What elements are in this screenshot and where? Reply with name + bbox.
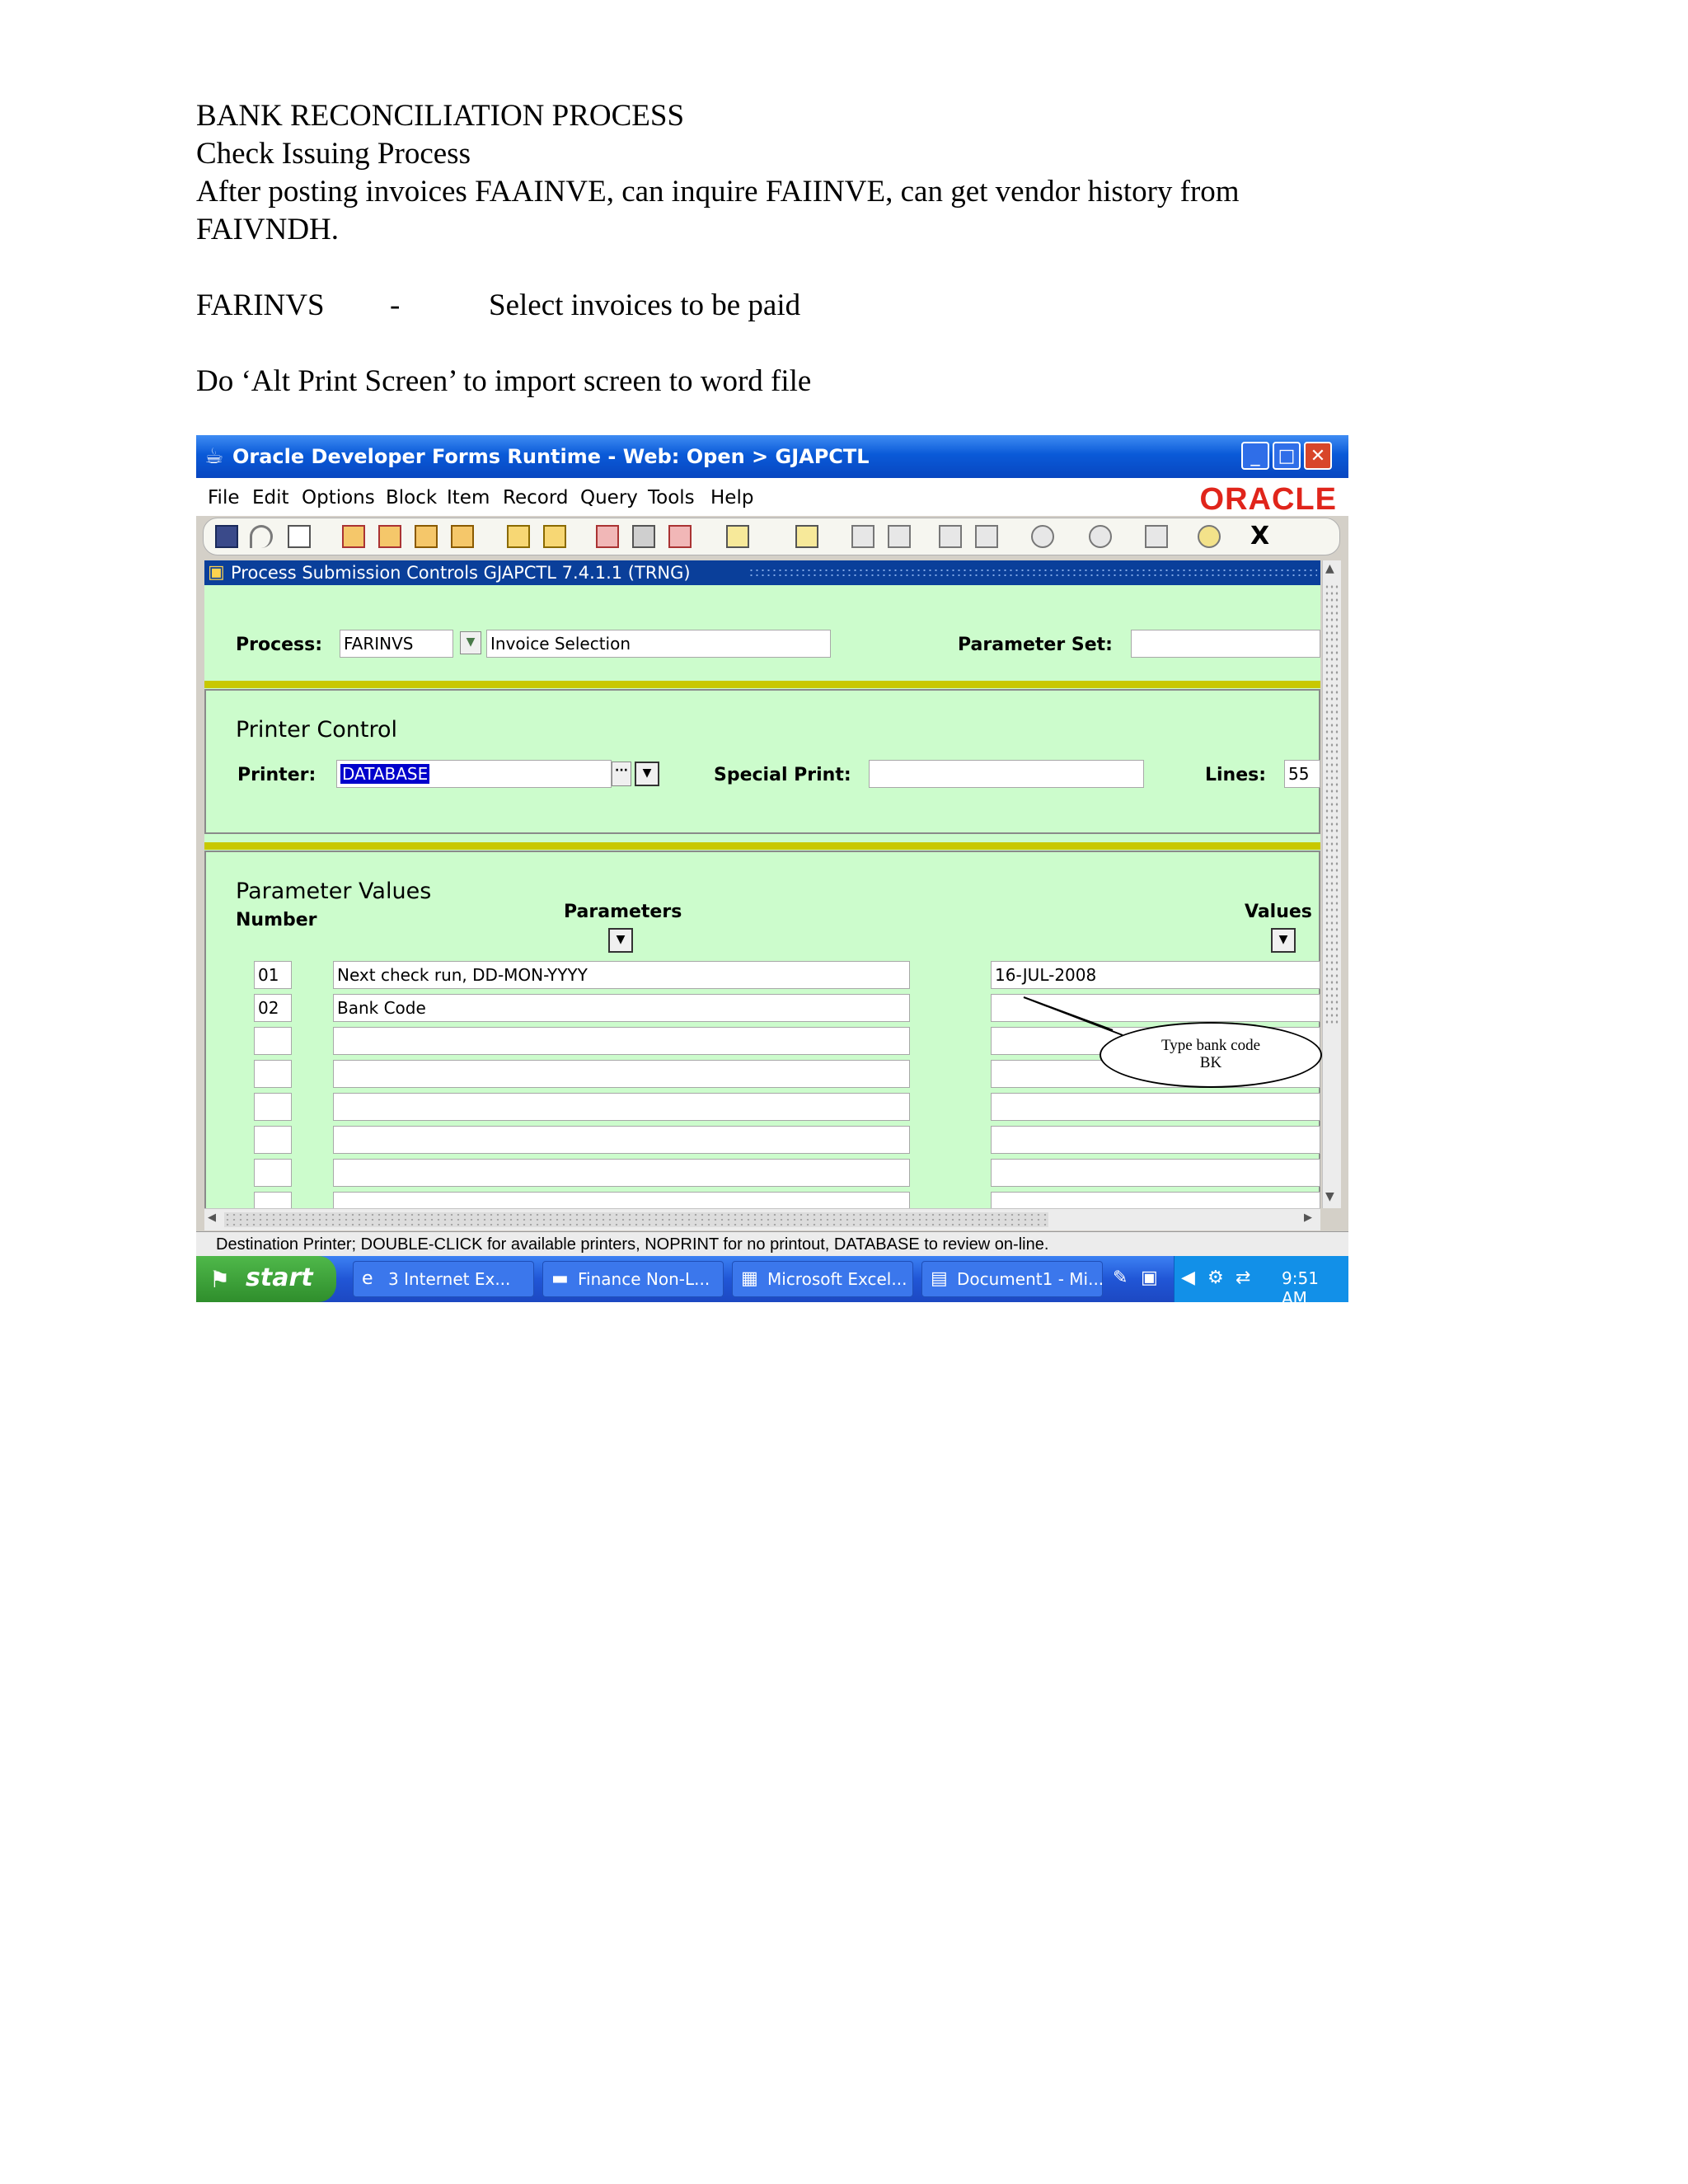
- farinvs-desc: Select invoices to be paid: [489, 288, 801, 322]
- start-button[interactable]: ⚑ start: [196, 1256, 336, 1302]
- status-bar: Destination Printer; DOUBLE-CLICK for av…: [196, 1231, 1348, 1257]
- doc-heading: BANK RECONCILIATION PROCESS: [196, 99, 685, 133]
- doc-subheading: Check Issuing Process: [196, 137, 471, 171]
- doc-intro-line1: After posting invoices FAAINVE, can inqu…: [196, 175, 1240, 209]
- task-label: 3 Internet Ex...: [388, 1269, 511, 1289]
- callout-line1: Type bank code: [1160, 1037, 1260, 1054]
- internet-explorer-icon: e: [362, 1268, 373, 1289]
- network-icon[interactable]: ⚙: [1207, 1268, 1224, 1288]
- taskbar-item-word[interactable]: ▤ Document1 - Mi...: [921, 1261, 1103, 1297]
- windows-taskbar: ⚑ start e 3 Internet Ex... ▬ Finance Non-L…: [196, 1256, 1348, 1302]
- scroll-right-icon[interactable]: ▶: [1304, 1212, 1312, 1224]
- status-message: Destination Printer; DOUBLE-CLICK for av…: [216, 1235, 1049, 1254]
- clock: 9:51 AM: [1282, 1268, 1319, 1302]
- task-label: Document1 - Mi...: [957, 1269, 1103, 1289]
- excel-icon: ▦: [741, 1268, 758, 1289]
- windows-flag-icon: ⚑: [209, 1266, 231, 1293]
- callout-pointer: [1023, 996, 1123, 1036]
- callout-bubble: Type bank code BK: [1100, 1022, 1322, 1088]
- callout-line2: BK: [1199, 1054, 1222, 1071]
- doc-instruction: Do ‘Alt Print Screen’ to import screen t…: [196, 364, 812, 398]
- task-label: Finance Non-L...: [578, 1269, 710, 1289]
- doc-intro-line2: FAIVNDH.: [196, 213, 340, 246]
- farinvs-code: FARINVS: [196, 288, 325, 322]
- oracle-forms-screenshot: ☕ Oracle Developer Forms Runtime - Web: …: [196, 435, 1348, 1302]
- start-label: start: [246, 1263, 313, 1292]
- taskbar-item-folder[interactable]: ▬ Finance Non-L...: [542, 1261, 724, 1297]
- horizontal-scrollbar[interactable]: ◀ ▶: [204, 1208, 1320, 1230]
- scroll-left-icon[interactable]: ◀: [208, 1212, 216, 1224]
- quick-launch-icon[interactable]: ✎: [1113, 1268, 1128, 1288]
- taskbar-item-excel[interactable]: ▦ Microsoft Excel...: [732, 1261, 913, 1297]
- system-tray: ◀ ⚙ ⇄ 9:51 AM: [1174, 1256, 1348, 1302]
- folder-icon: ▬: [551, 1268, 569, 1289]
- document-body: BANK RECONCILIATION PROCESS Check Issuin…: [196, 97, 1432, 401]
- taskbar-item-internet-explorer[interactable]: e 3 Internet Ex...: [353, 1261, 534, 1297]
- connection-icon[interactable]: ⇄: [1236, 1268, 1250, 1288]
- display-icon[interactable]: ▣: [1141, 1268, 1158, 1288]
- tray-expand-icon[interactable]: ◀: [1181, 1268, 1195, 1288]
- task-label: Microsoft Excel...: [767, 1269, 907, 1289]
- scroll-thumb[interactable]: [224, 1212, 1048, 1227]
- farinvs-dash: -: [390, 288, 401, 322]
- word-icon: ▤: [931, 1268, 948, 1289]
- doc-farinvs-line: FARINVS - Select invoices to be paid: [196, 287, 1432, 325]
